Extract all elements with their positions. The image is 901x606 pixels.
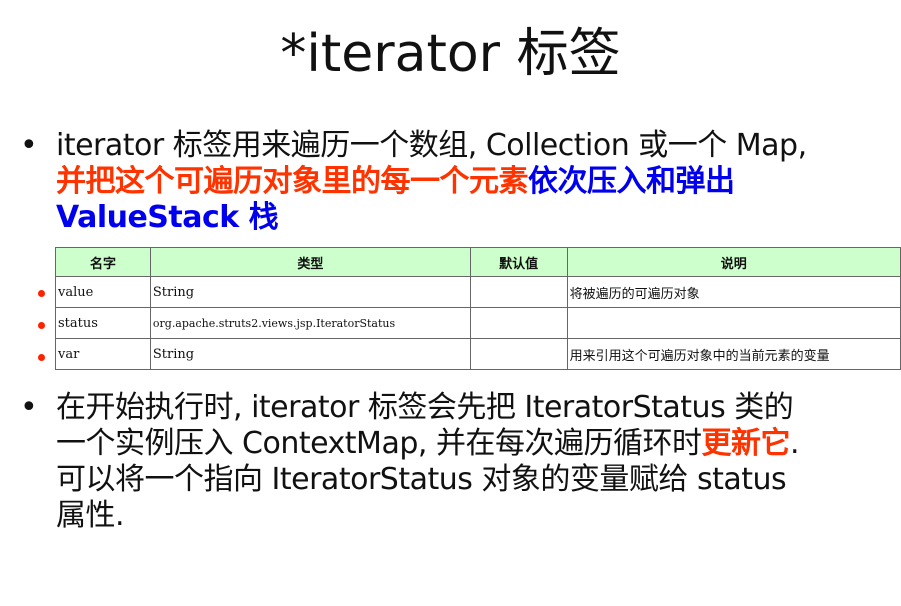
bullet2-line2: 一个实例压入 ContextMap, 并在每次遍历循环时更新它. xyxy=(56,426,886,462)
table-cell-default xyxy=(469,307,568,339)
table-cell-type: org.apache.struts2.views.jsp.IteratorSta… xyxy=(149,307,471,339)
table-cell-default xyxy=(469,338,568,370)
table-cell-name: status xyxy=(55,307,151,339)
table-header-row: 名字 类型 默认值 说明 xyxy=(55,247,901,277)
table-header: 说明 xyxy=(566,247,901,277)
table-cell-type: String xyxy=(149,276,471,308)
bullet-dot: • xyxy=(20,390,38,425)
bullet1-line3: ValueStack 栈 xyxy=(56,200,279,235)
table-row: status org.apache.struts2.views.jsp.Iter… xyxy=(55,307,901,339)
bullet1-blue-text: 依次压入和弹出 xyxy=(528,164,735,199)
bullet2-period: . xyxy=(789,426,800,461)
bullet2-line2-text: 一个实例压入 ContextMap, 并在每次遍历循环时 xyxy=(56,426,702,461)
table-cell-type: String xyxy=(149,338,471,370)
bullet2-line4: 属性. xyxy=(56,498,125,533)
row-bullet-icon xyxy=(38,290,45,297)
bullet2-line3: 可以将一个指向 IteratorStatus 对象的变量赋给 status xyxy=(56,462,787,497)
bullet1-line2: 并把这个可遍历对象里的每一个元素依次压入和弹出 xyxy=(56,164,886,200)
table-header: 默认值 xyxy=(469,247,568,277)
table-cell-name: value xyxy=(55,276,151,308)
bullet-iterator-status: • 在开始执行时, iterator 标签会先把 IteratorStatus … xyxy=(20,390,886,534)
table-cell-desc xyxy=(566,307,901,339)
table-header: 名字 xyxy=(55,247,151,277)
attribute-table: 名字 类型 默认值 说明 value String 将被遍历的可遍历对象 sta… xyxy=(55,247,901,370)
bullet2-line1: 在开始执行时, iterator 标签会先把 IteratorStatus 类的 xyxy=(56,390,794,425)
bullet1-red-text: 并把这个可遍历对象里的每一个元素 xyxy=(56,164,529,199)
bullet-iterator-description: • iterator 标签用来遍历一个数组, Collection 或一个 Ma… xyxy=(20,128,886,236)
bullet-dot: • xyxy=(20,128,38,163)
bullet2-red-text: 更新它 xyxy=(701,426,790,461)
table-cell-desc: 将被遍历的可遍历对象 xyxy=(566,276,901,308)
row-bullet-icon xyxy=(38,354,45,361)
table-header: 类型 xyxy=(149,247,471,277)
table-cell-desc: 用来引用这个可遍历对象中的当前元素的变量 xyxy=(566,338,901,370)
table-cell-default xyxy=(469,276,568,308)
slide-title: *iterator 标签 xyxy=(280,24,621,84)
row-bullet-icon xyxy=(38,322,45,329)
table-cell-name: var xyxy=(55,338,151,370)
bullet1-line1: iterator 标签用来遍历一个数组, Collection 或一个 Map, xyxy=(56,128,807,163)
table-row: var String 用来引用这个可遍历对象中的当前元素的变量 xyxy=(55,338,901,370)
table-row: value String 将被遍历的可遍历对象 xyxy=(55,276,901,308)
